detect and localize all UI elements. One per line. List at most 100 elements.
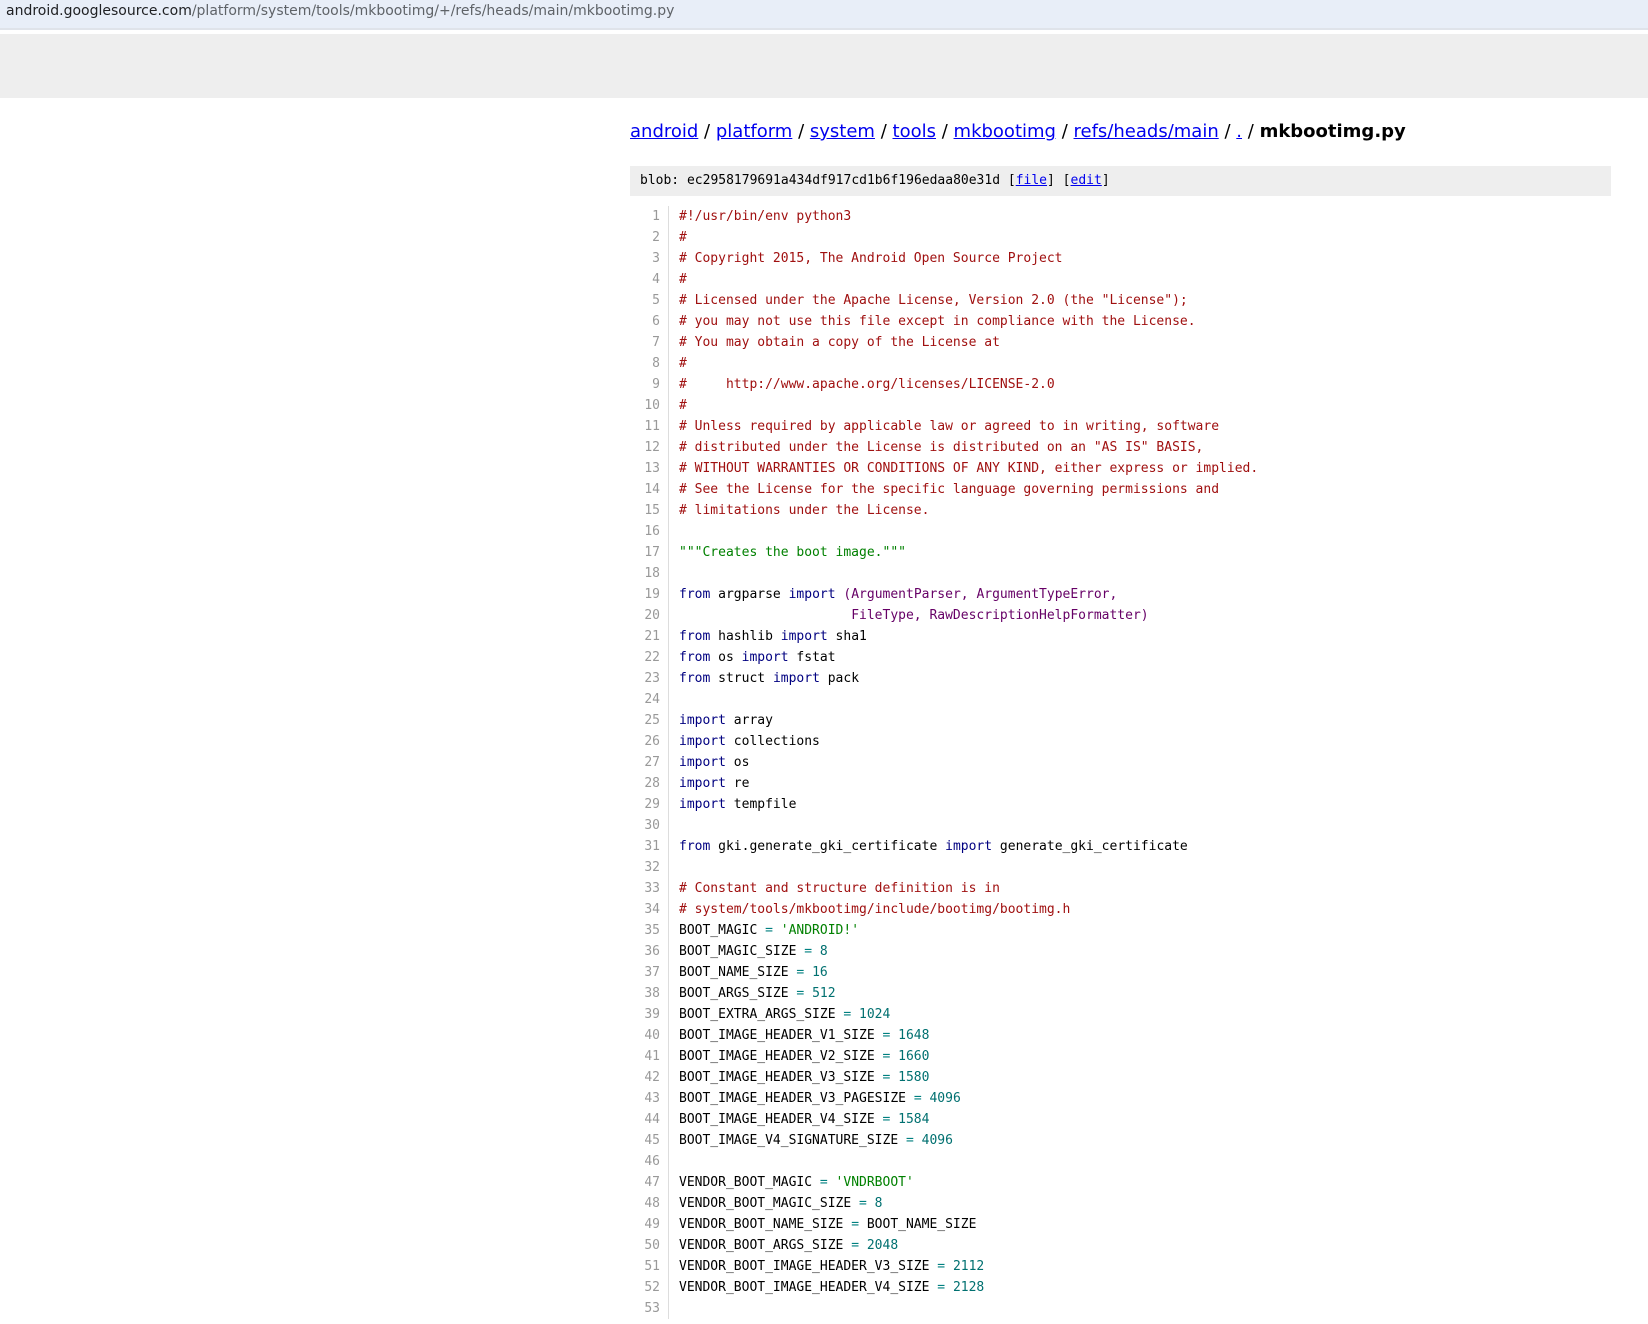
- line-number[interactable]: 28: [630, 773, 669, 794]
- breadcrumb-link-system[interactable]: system: [810, 121, 875, 142]
- line-number[interactable]: 13: [630, 458, 669, 479]
- line-number[interactable]: 44: [630, 1109, 669, 1130]
- breadcrumb-link-platform[interactable]: platform: [716, 121, 792, 142]
- line-number[interactable]: 20: [630, 605, 669, 626]
- line-number[interactable]: 16: [630, 521, 669, 542]
- line-number[interactable]: 40: [630, 1025, 669, 1046]
- line-number[interactable]: 39: [630, 1004, 669, 1025]
- line-number[interactable]: 24: [630, 689, 669, 710]
- line-number[interactable]: 3: [630, 248, 669, 269]
- line-number[interactable]: 22: [630, 647, 669, 668]
- line-number[interactable]: 47: [630, 1172, 669, 1193]
- line-number[interactable]: 2: [630, 227, 669, 248]
- line-number[interactable]: 46: [630, 1151, 669, 1172]
- edit-link[interactable]: edit: [1071, 173, 1102, 188]
- line-number[interactable]: 37: [630, 962, 669, 983]
- line-number[interactable]: 41: [630, 1046, 669, 1067]
- line-number[interactable]: 38: [630, 983, 669, 1004]
- code-line: 8 #: [630, 353, 1611, 374]
- line-number[interactable]: 17: [630, 542, 669, 563]
- file-link[interactable]: file: [1016, 173, 1047, 188]
- line-number[interactable]: 5: [630, 290, 669, 311]
- line-number[interactable]: 26: [630, 731, 669, 752]
- breadcrumb-link-root[interactable]: .: [1236, 121, 1242, 142]
- code-token: import: [945, 839, 993, 854]
- line-number[interactable]: 51: [630, 1256, 669, 1277]
- code-line: 33 # Constant and structure definition is…: [630, 878, 1611, 899]
- code-text: import os: [679, 752, 749, 773]
- line-number[interactable]: 15: [630, 500, 669, 521]
- code-line: 20 FileType, RawDescriptionHelpFormatter…: [630, 605, 1611, 626]
- line-number[interactable]: 6: [630, 311, 669, 332]
- line-number[interactable]: 52: [630, 1277, 669, 1298]
- breadcrumb-link-branch[interactable]: refs/heads/main: [1074, 121, 1219, 142]
- line-number[interactable]: 34: [630, 899, 669, 920]
- code-token: re: [725, 776, 750, 791]
- breadcrumb-link-mkbootimg[interactable]: mkbootimg: [954, 121, 1056, 142]
- code-token: import: [780, 629, 828, 644]
- line-number[interactable]: 43: [630, 1088, 669, 1109]
- code-token: BOOT_EXTRA_ARGS_SIZE: [679, 1007, 844, 1022]
- code-token: 1584: [898, 1112, 930, 1127]
- line-number[interactable]: 9: [630, 374, 669, 395]
- code-line: 25 import array: [630, 710, 1611, 731]
- line-number[interactable]: 8: [630, 353, 669, 374]
- code-token: # Constant and structure definition is i…: [679, 881, 1000, 896]
- line-number[interactable]: 25: [630, 710, 669, 731]
- breadcrumb-separator: /: [1247, 121, 1254, 142]
- code-token: # system/tools/mkbootimg/include/bootimg…: [679, 902, 1071, 917]
- code-token: 8: [874, 1196, 883, 1211]
- line-number[interactable]: 42: [630, 1067, 669, 1088]
- line-number[interactable]: 45: [630, 1130, 669, 1151]
- line-number[interactable]: 30: [630, 815, 669, 836]
- code-line: 47 VENDOR_BOOT_MAGIC = 'VNDRBOOT': [630, 1172, 1611, 1193]
- line-number[interactable]: 35: [630, 920, 669, 941]
- line-number[interactable]: 48: [630, 1193, 669, 1214]
- code-token: 4096: [921, 1133, 953, 1148]
- code-token: BOOT_NAME_SIZE: [859, 1217, 977, 1232]
- line-number[interactable]: 21: [630, 626, 669, 647]
- line-number[interactable]: 36: [630, 941, 669, 962]
- line-number[interactable]: 33: [630, 878, 669, 899]
- line-number[interactable]: 31: [630, 836, 669, 857]
- code-line: 5 # Licensed under the Apache License, Ve…: [630, 290, 1611, 311]
- line-number[interactable]: 11: [630, 416, 669, 437]
- breadcrumb-separator: /: [798, 121, 805, 142]
- line-number[interactable]: 19: [630, 584, 669, 605]
- breadcrumb-link-android[interactable]: android: [630, 121, 698, 142]
- code-token: import: [679, 755, 726, 770]
- breadcrumb-separator: /: [704, 121, 711, 142]
- code-token: os: [710, 650, 742, 665]
- code-text: # http://www.apache.org/licenses/LICENSE…: [679, 374, 1055, 395]
- line-number[interactable]: 12: [630, 437, 669, 458]
- code-token: =: [937, 1259, 946, 1274]
- blob-label: blob:: [640, 173, 680, 188]
- line-number[interactable]: 1: [630, 206, 669, 227]
- line-number[interactable]: 14: [630, 479, 669, 500]
- code-token: import: [679, 776, 726, 791]
- line-number[interactable]: 50: [630, 1235, 669, 1256]
- line-number[interactable]: 53: [630, 1298, 669, 1319]
- line-number[interactable]: 32: [630, 857, 669, 878]
- code-line: 18: [630, 563, 1611, 584]
- line-number[interactable]: 29: [630, 794, 669, 815]
- line-number[interactable]: 23: [630, 668, 669, 689]
- address-bar[interactable]: android.googlesource.com/platform/system…: [0, 0, 1648, 30]
- line-number[interactable]: 10: [630, 395, 669, 416]
- line-number[interactable]: 4: [630, 269, 669, 290]
- code-line: 4 #: [630, 269, 1611, 290]
- code-token: # limitations under the License.: [679, 503, 930, 518]
- line-number[interactable]: 49: [630, 1214, 669, 1235]
- code-text: BOOT_IMAGE_HEADER_V1_SIZE = 1648: [679, 1025, 929, 1046]
- line-number[interactable]: 18: [630, 563, 669, 584]
- code-line: 13 # WITHOUT WARRANTIES OR CONDITIONS OF …: [630, 458, 1611, 479]
- code-text: FileType, RawDescriptionHelpFormatter): [679, 605, 1148, 626]
- breadcrumb-link-tools[interactable]: tools: [893, 121, 936, 142]
- line-number[interactable]: 27: [630, 752, 669, 773]
- code-text: VENDOR_BOOT_MAGIC_SIZE = 8: [679, 1193, 883, 1214]
- line-number[interactable]: 7: [630, 332, 669, 353]
- code-token: os: [725, 755, 750, 770]
